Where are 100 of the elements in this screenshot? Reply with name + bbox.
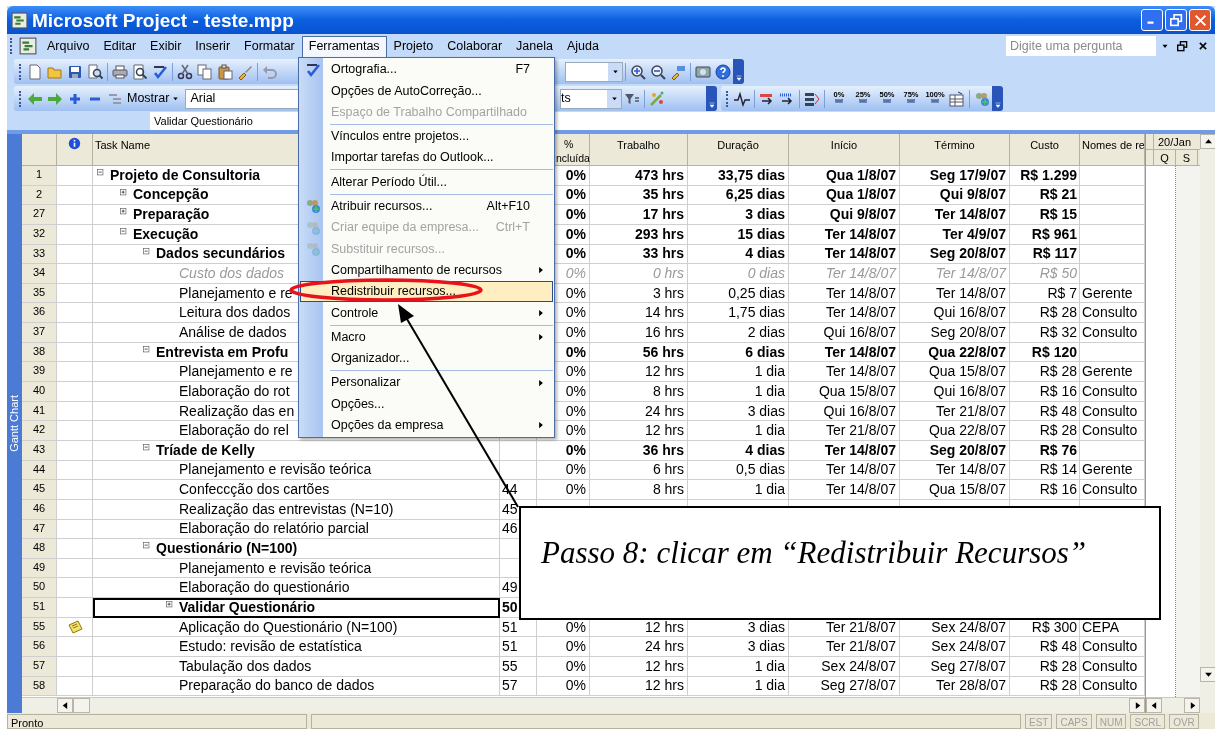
row-number[interactable]: 56	[22, 637, 57, 657]
wand-icon[interactable]	[649, 90, 665, 107]
row-number[interactable]: 33	[22, 244, 57, 265]
menu-bar-item[interactable]: Janela	[509, 35, 560, 57]
new-document-icon[interactable]	[27, 63, 43, 80]
question-field[interactable]: Digite uma pergunta	[1006, 36, 1156, 56]
project-icon[interactable]	[19, 37, 37, 55]
row-number[interactable]: 57	[22, 657, 57, 677]
row-number[interactable]: 37	[22, 323, 57, 343]
row-number[interactable]: 44	[22, 460, 57, 481]
chevron-icon[interactable]	[993, 101, 1002, 109]
dropdown-arrow-icon[interactable]	[609, 94, 619, 103]
chevron-icon[interactable]	[707, 101, 716, 109]
row-number[interactable]: 35	[22, 283, 57, 304]
row-number[interactable]: 41	[22, 401, 57, 422]
row-number[interactable]: 2	[22, 185, 57, 206]
row-number[interactable]: 47	[22, 519, 57, 540]
scroll-thumb[interactable]	[73, 698, 90, 713]
row-number[interactable]: 38	[22, 342, 57, 363]
print-icon[interactable]	[112, 63, 128, 80]
row-number[interactable]: 58	[22, 676, 57, 697]
menu-item[interactable]: Ortografia... F7	[300, 59, 553, 81]
column-header[interactable]: %	[556, 137, 574, 151]
print-preview-icon[interactable]	[132, 63, 148, 80]
menu-bar-item[interactable]: Colaborar	[440, 35, 510, 57]
expand-icon[interactable]	[120, 188, 130, 199]
menu-bar-item[interactable]: Arquivo	[40, 35, 97, 57]
task-name-cell[interactable]: Preparação do banco de dados	[93, 676, 500, 697]
toolbar-grip[interactable]	[19, 90, 22, 107]
save-icon[interactable]	[67, 63, 83, 80]
menu-bar-item[interactable]: Ajuda	[559, 35, 606, 57]
paste-icon[interactable]	[217, 63, 233, 80]
column-header[interactable]: ncluída	[556, 151, 590, 165]
task-name-cell[interactable]: Elaboração do questionário	[93, 578, 500, 599]
task-name-cell[interactable]: Planejamento e revisão teórica	[93, 558, 500, 579]
dropdown-field[interactable]	[565, 61, 623, 82]
restore-icon[interactable]	[1177, 40, 1188, 52]
collapse-icon[interactable]	[143, 443, 153, 454]
toolbar-grip[interactable]	[726, 90, 729, 107]
toolbar-options-button[interactable]	[992, 86, 1003, 111]
row-number[interactable]: 55	[22, 617, 57, 638]
collapse-icon[interactable]	[97, 169, 107, 179]
format-painter-icon[interactable]	[237, 63, 253, 80]
spelling-icon[interactable]	[305, 61, 321, 78]
row-number[interactable]: 34	[22, 264, 57, 284]
task-name-cell[interactable]: Estudo: revisão de estatística	[93, 637, 500, 657]
row-number[interactable]: 50	[22, 578, 57, 599]
document-search-icon[interactable]	[87, 63, 103, 80]
task-name-cell[interactable]: Tríade de Kelly	[93, 440, 500, 461]
picture-icon[interactable]	[695, 63, 711, 80]
people-icon[interactable]	[974, 90, 990, 107]
task-name-cell[interactable]: Confeccção dos cartões	[93, 480, 500, 500]
table-icon[interactable]	[949, 90, 965, 107]
row-number[interactable]: 46	[22, 499, 57, 520]
toolbar-options-button[interactable]	[706, 86, 717, 111]
menu-bar-item[interactable]: Formatar	[237, 35, 302, 57]
zoom-out-icon[interactable]	[650, 63, 666, 80]
view-bar[interactable]: Gantt Chart	[7, 134, 22, 713]
chevron-icon[interactable]	[734, 74, 743, 82]
task-name-cell[interactable]: Tabulação dos dados	[93, 657, 500, 677]
spelling-icon[interactable]	[152, 63, 168, 80]
people-icon[interactable]	[305, 198, 321, 215]
row-number[interactable]: 1	[22, 166, 57, 186]
row-number[interactable]: 32	[22, 224, 57, 245]
toolbar-grip[interactable]	[19, 63, 22, 80]
row-number[interactable]: 39	[22, 362, 57, 383]
dropdown-arrow-icon[interactable]	[610, 67, 620, 76]
row-number[interactable]: 48	[22, 539, 57, 559]
caret-icon[interactable]	[171, 94, 181, 103]
brush-icon[interactable]	[670, 63, 686, 80]
row-number[interactable]: 51	[22, 598, 57, 618]
collapse-icon[interactable]	[143, 345, 153, 356]
cut-icon[interactable]	[177, 63, 193, 80]
filter-field[interactable]: ts	[560, 88, 622, 109]
show-button[interactable]: Mostrar	[125, 89, 183, 108]
collapse-icon[interactable]	[120, 227, 130, 238]
row-number[interactable]: 49	[22, 558, 57, 579]
zoom-in-icon[interactable]	[630, 63, 646, 80]
task-name-cell[interactable]: Realização das entrevistas (N=10)	[93, 499, 500, 520]
row-number[interactable]: 27	[22, 205, 57, 225]
row-number[interactable]: 43	[22, 440, 57, 461]
toolbar-grip[interactable]	[10, 38, 13, 54]
close-icon[interactable]	[1198, 41, 1208, 51]
menu-bar-item[interactable]: Inserir	[188, 35, 238, 57]
help-icon[interactable]	[715, 63, 731, 80]
task-name-cell[interactable]: Aplicação do Questionário (N=100)	[93, 617, 500, 638]
task-name-cell[interactable]: Questionário (N=100)	[93, 539, 500, 559]
row-number[interactable]: 45	[22, 480, 57, 500]
minimize-button[interactable]	[1141, 9, 1163, 31]
split-icon[interactable]	[804, 90, 820, 107]
menu-bar-item[interactable]: Exibir	[143, 35, 189, 57]
task-name-cell[interactable]: Planejamento e revisão teórica	[93, 460, 500, 481]
menu-bar-item[interactable]: Projeto	[386, 35, 441, 57]
note-icon[interactable]	[67, 619, 83, 636]
pulse-icon[interactable]	[734, 90, 750, 107]
row-number[interactable]: 36	[22, 303, 57, 324]
menu-bar-item[interactable]: Editar	[96, 35, 144, 57]
task-name-cell[interactable]: Elaboração do relatório parcial	[93, 519, 500, 540]
collapse-icon[interactable]	[143, 247, 153, 258]
menu-bar-item[interactable]: Ferramentas	[301, 35, 387, 57]
